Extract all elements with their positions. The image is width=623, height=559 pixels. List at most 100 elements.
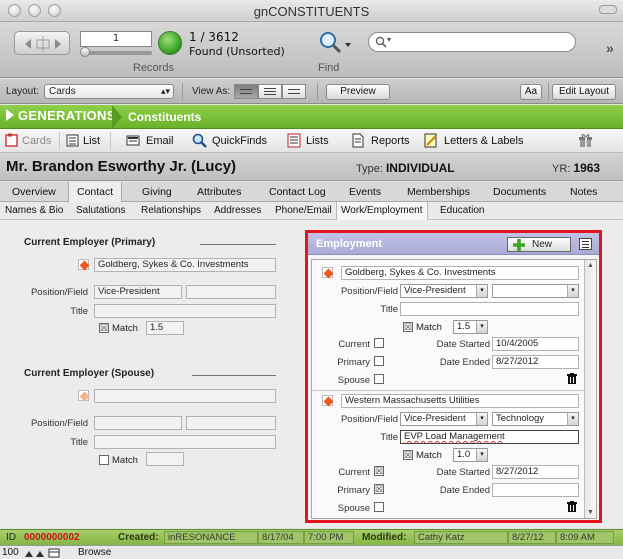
reports-icon (352, 133, 364, 148)
primary-title-field[interactable] (94, 304, 276, 318)
row1-field-select[interactable]: ▾ (492, 284, 579, 298)
row1-current-label: Current (338, 339, 370, 350)
row2-position-select[interactable]: Vice-President ▾ (400, 412, 488, 426)
toolbar-toggle-button[interactable] (599, 5, 617, 14)
type-value: INDIVIDUAL (385, 161, 455, 175)
row2-title-field[interactable]: EVP Load Management (400, 430, 579, 444)
row2-primary-checkbox[interactable]: ☒ (374, 484, 384, 494)
view-as-table-button[interactable] (282, 84, 306, 99)
row2-field-select[interactable]: Technology ▾ (492, 412, 579, 426)
mode-indicator: Browse (78, 547, 112, 558)
subtab-addresses[interactable]: Addresses (210, 202, 265, 220)
brand-name: GENERATIONS (18, 108, 116, 123)
list-view-icon[interactable] (579, 238, 592, 250)
primary-match-label: Match (112, 323, 138, 334)
zoom-level[interactable]: 100 (2, 547, 19, 558)
found-set-pie-icon[interactable] (158, 31, 182, 55)
employer-link-diamond-icon[interactable] (322, 267, 334, 279)
row2-spouse-checkbox[interactable] (374, 502, 384, 512)
quick-find-search-input[interactable]: ▾ (368, 32, 576, 52)
primary-field-field[interactable] (186, 285, 276, 299)
row1-match-value: 1.5 (457, 321, 471, 332)
menu-cards[interactable]: Cards (22, 135, 51, 147)
primary-match-value[interactable]: 1.5 (146, 321, 184, 335)
row2-current-checkbox[interactable]: ☒ (374, 466, 384, 476)
layout-bar: Layout: Cards ▴▾ View As: Preview Aa Edi… (0, 79, 623, 104)
subtab-names-bio[interactable]: Names & Bio (1, 202, 67, 220)
menu-quickfinds[interactable]: QuickFinds (212, 135, 267, 147)
tab-attributes[interactable]: Attributes (189, 182, 249, 202)
row2-date-ended-field[interactable] (492, 483, 579, 497)
current-employer-primary-heading: Current Employer (Primary) (24, 237, 156, 248)
row2-match-select[interactable]: 1.0 ▾ (453, 448, 488, 462)
row2-primary-label: Primary (337, 485, 370, 496)
scroll-up-arrow-icon[interactable]: ▲ (587, 262, 594, 269)
row1-current-checkbox[interactable] (374, 338, 384, 348)
row2-employer-field[interactable]: Western Massachusetts Utilities (341, 394, 579, 408)
spouse-field-field[interactable] (186, 416, 276, 430)
menu-reports[interactable]: Reports (371, 135, 410, 147)
tab-events[interactable]: Events (341, 182, 389, 202)
row1-match-checkbox[interactable]: ☒ (403, 322, 413, 332)
primary-employer-field[interactable]: Goldberg, Sykes & Co. Investments (94, 258, 276, 272)
zoom-controls-icon[interactable] (24, 548, 68, 558)
menu-lists[interactable]: Lists (306, 135, 329, 147)
record-navigation-book-icon[interactable] (14, 31, 70, 55)
menu-list[interactable]: List (83, 135, 100, 147)
row2-date-started-field[interactable]: 8/27/2012 (492, 465, 579, 479)
edit-layout-button[interactable]: Edit Layout (552, 84, 616, 100)
employer-link-diamond-icon[interactable] (322, 395, 334, 407)
record-slider-thumb[interactable] (80, 47, 90, 57)
view-as-list-button[interactable] (258, 84, 282, 99)
menu-email[interactable]: Email (146, 135, 174, 147)
tab-documents[interactable]: Documents (485, 182, 554, 202)
row1-position-select[interactable]: Vice-President ▾ (400, 284, 488, 298)
record-slider-track[interactable] (80, 51, 152, 55)
row2-match-checkbox[interactable]: ☒ (403, 450, 413, 460)
tab-contact-log[interactable]: Contact Log (261, 182, 334, 202)
tab-overview[interactable]: Overview (4, 182, 64, 202)
menu-letters-labels[interactable]: Letters & Labels (444, 135, 524, 147)
row1-primary-checkbox[interactable] (374, 356, 384, 366)
new-employment-button[interactable]: New (507, 237, 571, 252)
row1-date-started-field[interactable]: 10/4/2005 (492, 337, 579, 351)
spouse-match-value[interactable] (146, 452, 184, 466)
text-formatting-button[interactable]: Aa (520, 84, 542, 100)
tab-contact[interactable]: Contact (68, 182, 123, 203)
search-options-chevron-icon[interactable]: ▾ (387, 35, 391, 44)
row1-title-field[interactable] (400, 302, 579, 316)
tab-giving[interactable]: Giving (134, 182, 180, 202)
spouse-match-label: Match (112, 455, 138, 466)
generations-logo[interactable]: GENERATIONS (6, 108, 116, 123)
subtab-work-employment[interactable]: Work/Employment (336, 202, 428, 220)
current-record-input[interactable]: 1 (80, 31, 152, 47)
row1-date-ended-field[interactable]: 8/27/2012 (492, 355, 579, 369)
spouse-position-field[interactable] (94, 416, 182, 430)
spouse-match-checkbox[interactable] (99, 455, 109, 465)
spouse-employer-link-diamond-icon[interactable] (78, 390, 90, 402)
row2-delete-trash-icon[interactable] (567, 501, 577, 512)
subtab-phone-email[interactable]: Phone/Email (271, 202, 336, 220)
find-magnifier-icon[interactable] (318, 30, 352, 59)
row1-match-select[interactable]: 1.5 ▾ (453, 320, 488, 334)
view-as-form-button[interactable] (234, 84, 258, 99)
employer-link-diamond-icon[interactable] (78, 259, 90, 271)
subtab-relationships[interactable]: Relationships (137, 202, 205, 220)
subtab-salutations[interactable]: Salutations (72, 202, 129, 220)
tab-notes[interactable]: Notes (562, 182, 605, 202)
primary-match-checkbox[interactable]: ☒ (99, 323, 109, 333)
row1-spouse-checkbox[interactable] (374, 374, 384, 384)
tab-memberships[interactable]: Memberships (399, 182, 478, 202)
gift-icon[interactable] (578, 133, 594, 148)
preview-button[interactable]: Preview (326, 84, 390, 100)
spouse-employer-field[interactable] (94, 389, 276, 403)
subtab-education[interactable]: Education (436, 202, 488, 220)
layout-select[interactable]: Cards ▴▾ (44, 84, 174, 99)
row1-employer-field[interactable]: Goldberg, Sykes & Co. Investments (341, 266, 579, 280)
row1-delete-trash-icon[interactable] (567, 373, 577, 384)
spouse-title-field[interactable] (94, 435, 276, 449)
primary-position-field[interactable]: Vice-President (94, 285, 182, 299)
portal-scrollbar[interactable]: ▲ ▼ (584, 260, 596, 518)
scroll-down-arrow-icon[interactable]: ▼ (587, 509, 594, 516)
toolbar-overflow-chevron-icon[interactable]: » (606, 40, 614, 56)
